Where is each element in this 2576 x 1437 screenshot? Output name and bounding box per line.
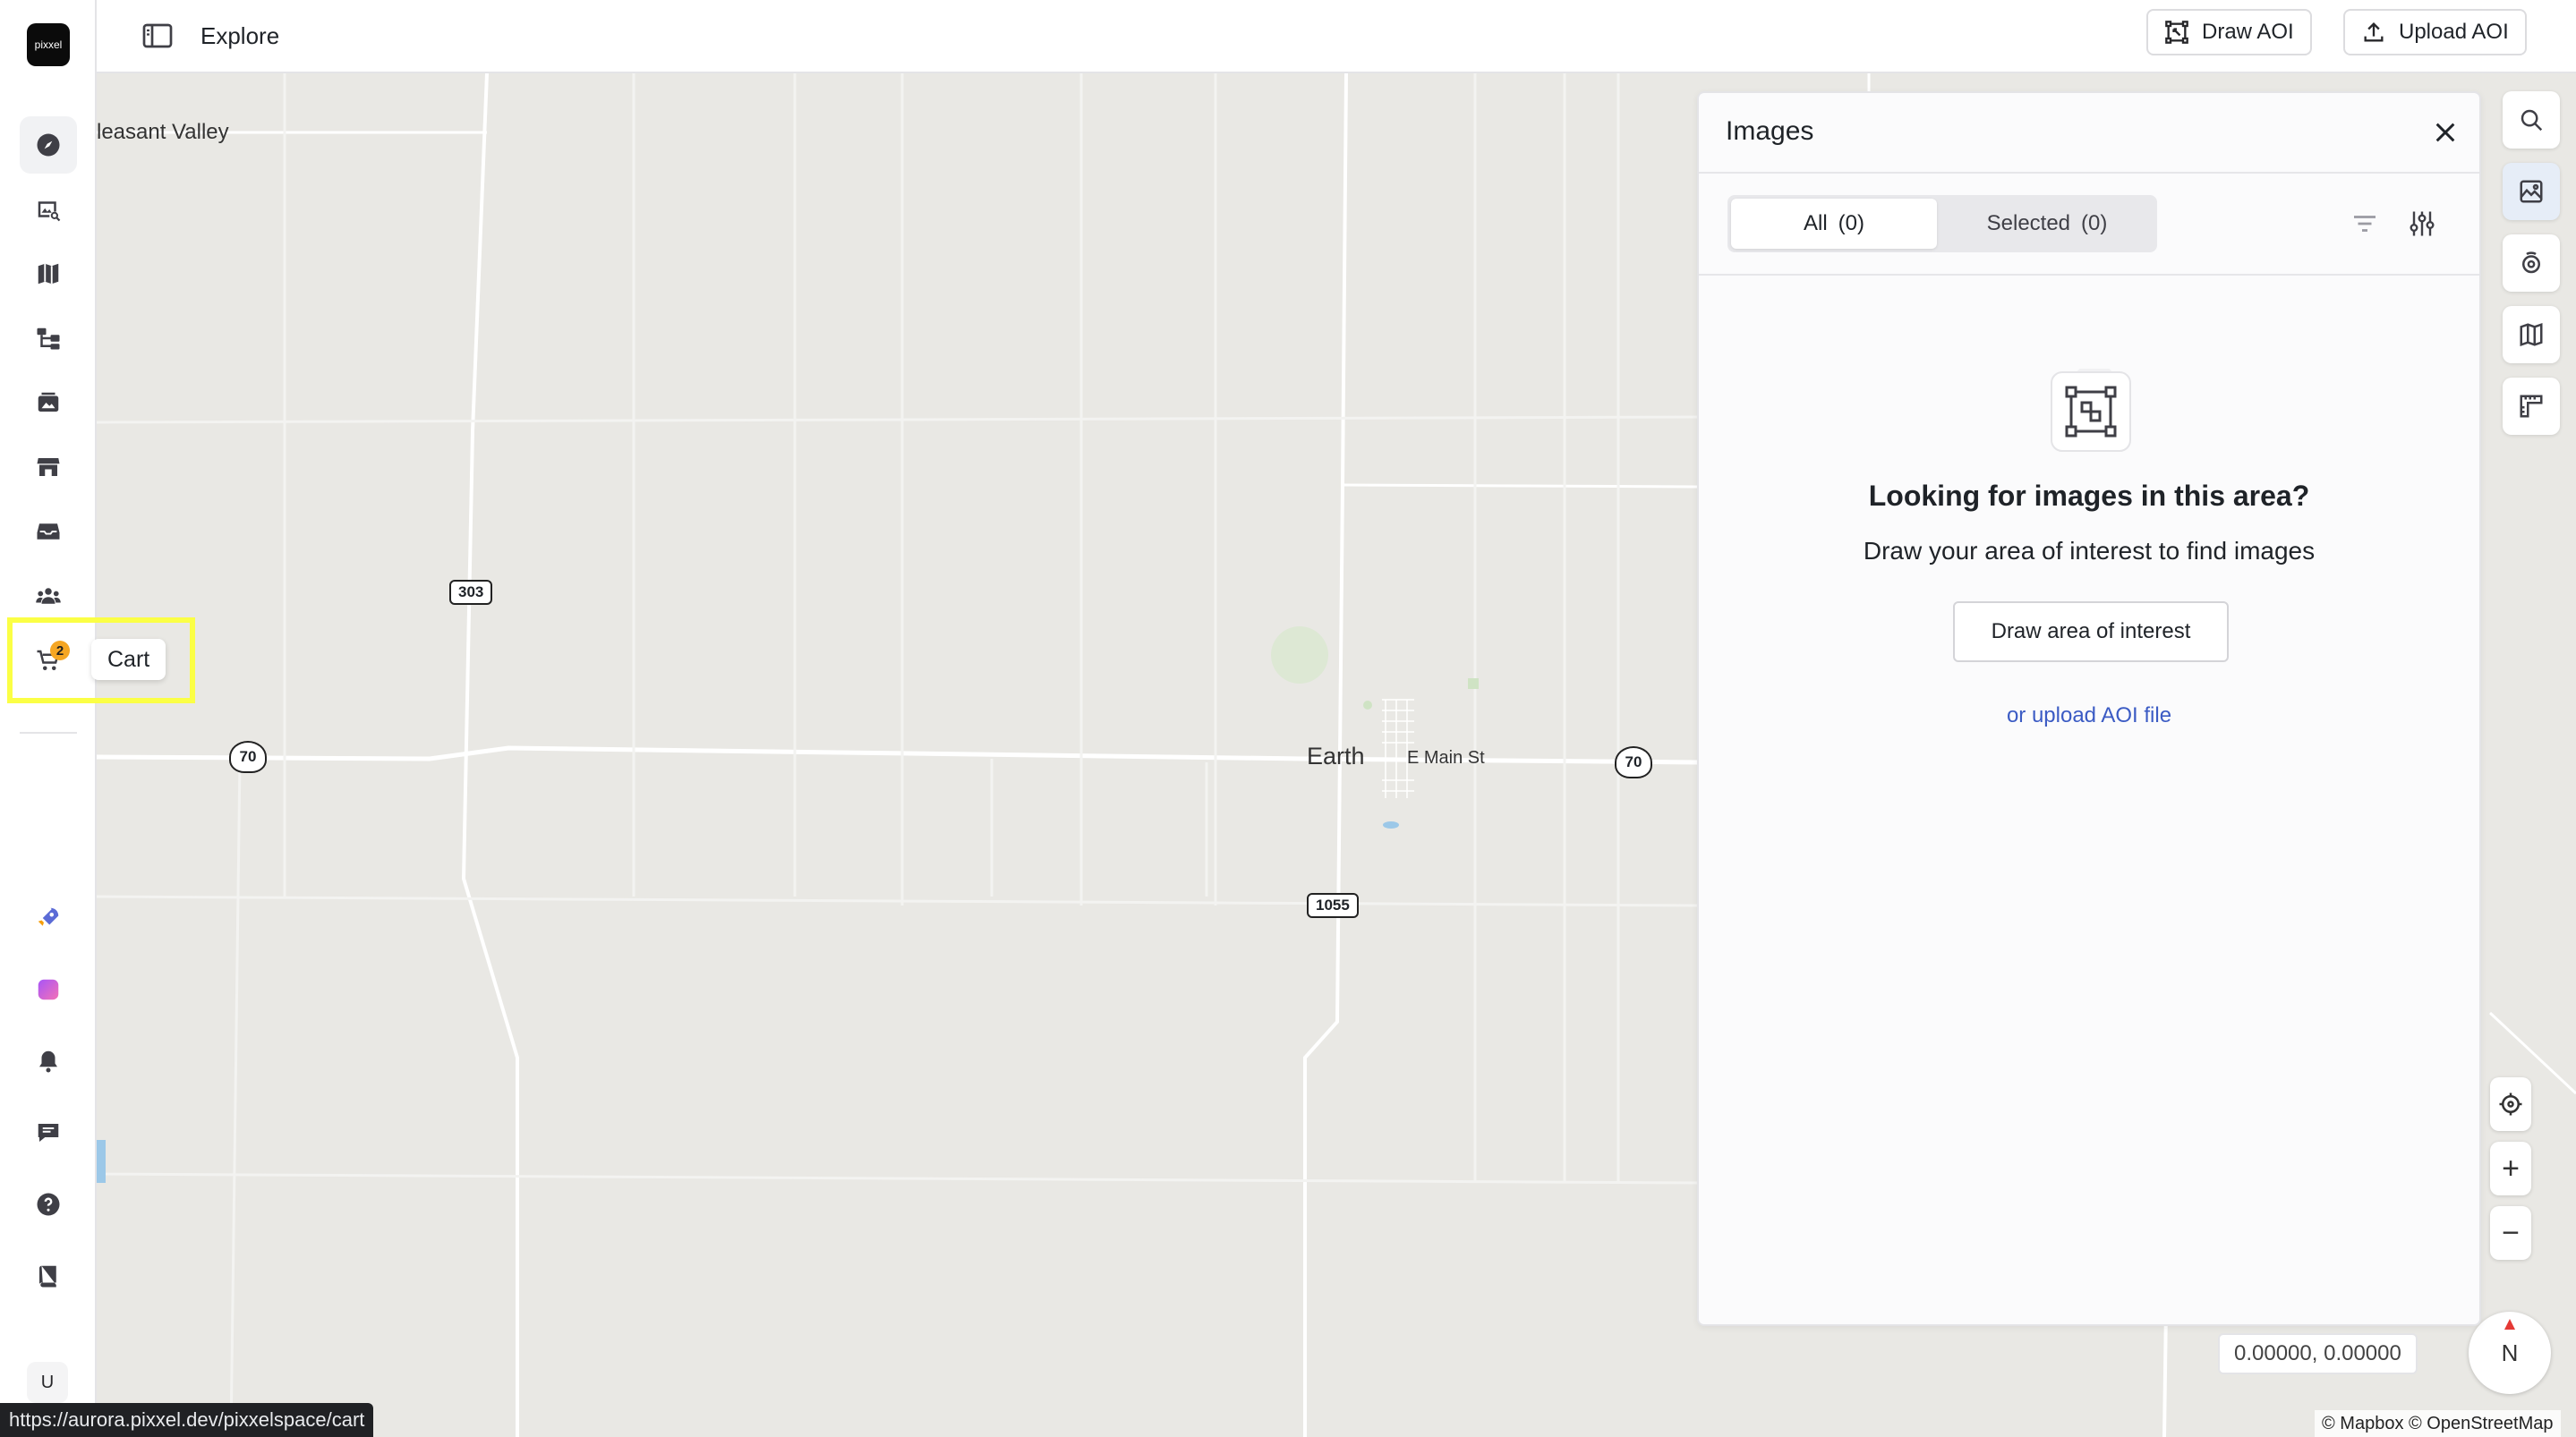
compass-north-arrow-icon (2504, 1319, 2515, 1330)
route-shield-us70-east: 70 (1615, 746, 1652, 778)
zoom-out-button[interactable]: − (2490, 1206, 2531, 1260)
sidebar-item-feedback[interactable] (20, 1104, 77, 1161)
map-icon (38, 263, 59, 285)
url-status-bar: https://aurora.pixxel.dev/pixxelspace/ca… (0, 1403, 374, 1437)
place-label-valley: leasant Valley (97, 120, 229, 144)
zoom-in-button[interactable]: + (2490, 1142, 2531, 1195)
draw-area-of-interest-button[interactable]: Draw area of interest (1953, 601, 2229, 662)
sidebar-item-gallery[interactable] (20, 374, 77, 431)
panel-header-divider (1699, 172, 2479, 174)
cursor-coordinates: 0.00000, 0.00000 (2218, 1333, 2418, 1374)
tab-selected[interactable]: Selected (0) (1941, 199, 2154, 249)
upload-aoi-label: Upload AOI (2399, 20, 2509, 44)
compass-button[interactable]: N (2469, 1312, 2551, 1394)
sidebar-item-docs[interactable] (20, 1247, 77, 1305)
sidebar-item-team[interactable] (20, 567, 77, 625)
tab-all-count: (0) (1838, 211, 1864, 235)
crosshair-icon (2499, 1093, 2522, 1116)
sidebar-item-workflows[interactable] (20, 310, 77, 367)
workflow-icon (37, 327, 60, 350)
panel-tabs-divider (1699, 274, 2479, 276)
store-icon (37, 458, 60, 476)
tab-selected-label: Selected (1986, 211, 2071, 235)
filter-icon[interactable] (2349, 208, 2381, 240)
rail-basemap-button[interactable] (2503, 306, 2560, 363)
locate-me-button[interactable] (2490, 1077, 2531, 1131)
rail-measure-button[interactable] (2503, 378, 2560, 435)
rail-tasking-button[interactable] (2503, 234, 2560, 292)
draw-aoi-button[interactable]: Draw AOI (2146, 9, 2312, 55)
photos-icon (38, 392, 59, 412)
image-search-icon (38, 201, 61, 222)
sidebar-item-maps[interactable] (20, 245, 77, 302)
draw-aoi-label: Draw AOI (2202, 20, 2294, 44)
tab-selected-count: (0) (2081, 211, 2108, 235)
top-header: Explore Draw AOI Upload AOI (97, 0, 2576, 73)
bell-icon (39, 1050, 57, 1073)
route-shield-1055: 1055 (1307, 893, 1359, 918)
basemap-icon (2520, 323, 2543, 346)
upload-icon (2364, 22, 2384, 42)
sidebar-item-explore[interactable] (20, 116, 77, 174)
tab-all-label: All (1803, 211, 1828, 235)
sidebar-item-inbox[interactable] (20, 503, 77, 560)
aoi-placeholder-icon (2051, 369, 2131, 452)
images-tabs: All (0) Selected (0) (1727, 195, 2157, 252)
street-label-main: E Main St (1407, 748, 1485, 768)
image-layer-icon (2520, 180, 2543, 203)
ruler-icon (2520, 395, 2543, 418)
team-icon (36, 588, 61, 604)
upload-aoi-button[interactable]: Upload AOI (2343, 9, 2527, 55)
route-shield-us70-west: 70 (229, 741, 267, 773)
cart-tooltip: Cart (91, 639, 166, 680)
page-title: Explore (200, 22, 280, 49)
compass-label: N (2501, 1339, 2519, 1366)
compass-icon (37, 133, 60, 157)
sidebar-divider (20, 732, 77, 734)
chat-icon (38, 1124, 59, 1142)
place-label-earth: Earth (1307, 743, 1365, 770)
sidebar: pixxel 2 U (0, 0, 97, 1437)
map-attribution[interactable]: © Mapbox © OpenStreetMap (2315, 1410, 2561, 1437)
sidebar-item-store[interactable] (20, 438, 77, 496)
help-icon (37, 1193, 60, 1216)
rail-images-button[interactable] (2503, 163, 2560, 220)
rail-search-button[interactable] (2503, 91, 2560, 149)
empty-state-title: Looking for images in this area? (1868, 480, 2310, 512)
sidebar-item-apps[interactable] (20, 961, 77, 1018)
book-icon (39, 1265, 56, 1288)
rocket-icon (38, 907, 59, 926)
close-icon[interactable] (2431, 118, 2460, 147)
panel-title: Images (1726, 116, 1814, 146)
app-logo[interactable]: pixxel (27, 23, 70, 66)
user-avatar[interactable]: U (27, 1362, 68, 1403)
gradient-app-icon (38, 979, 59, 1000)
draw-aoi-icon (2165, 21, 2188, 44)
empty-state-subtitle: Draw your area of interest to find image… (1863, 537, 2316, 565)
search-icon (2521, 109, 2543, 132)
sidebar-item-notifications[interactable] (20, 1033, 77, 1090)
upload-aoi-file-link[interactable]: or upload AOI file (1699, 703, 2479, 728)
sidebar-item-launch[interactable] (20, 889, 77, 947)
images-panel: Images All (0) Selected (0) Looking for … (1697, 91, 2481, 1326)
sidebar-toggle-icon[interactable] (141, 20, 174, 52)
inbox-icon (37, 523, 60, 540)
sliders-icon[interactable] (2406, 208, 2438, 240)
satellite-orbit-icon (2522, 251, 2540, 274)
route-shield-303: 303 (449, 580, 493, 605)
tab-all[interactable]: All (0) (1731, 199, 1937, 249)
sidebar-item-images[interactable] (20, 181, 77, 238)
sidebar-item-help[interactable] (20, 1176, 77, 1233)
